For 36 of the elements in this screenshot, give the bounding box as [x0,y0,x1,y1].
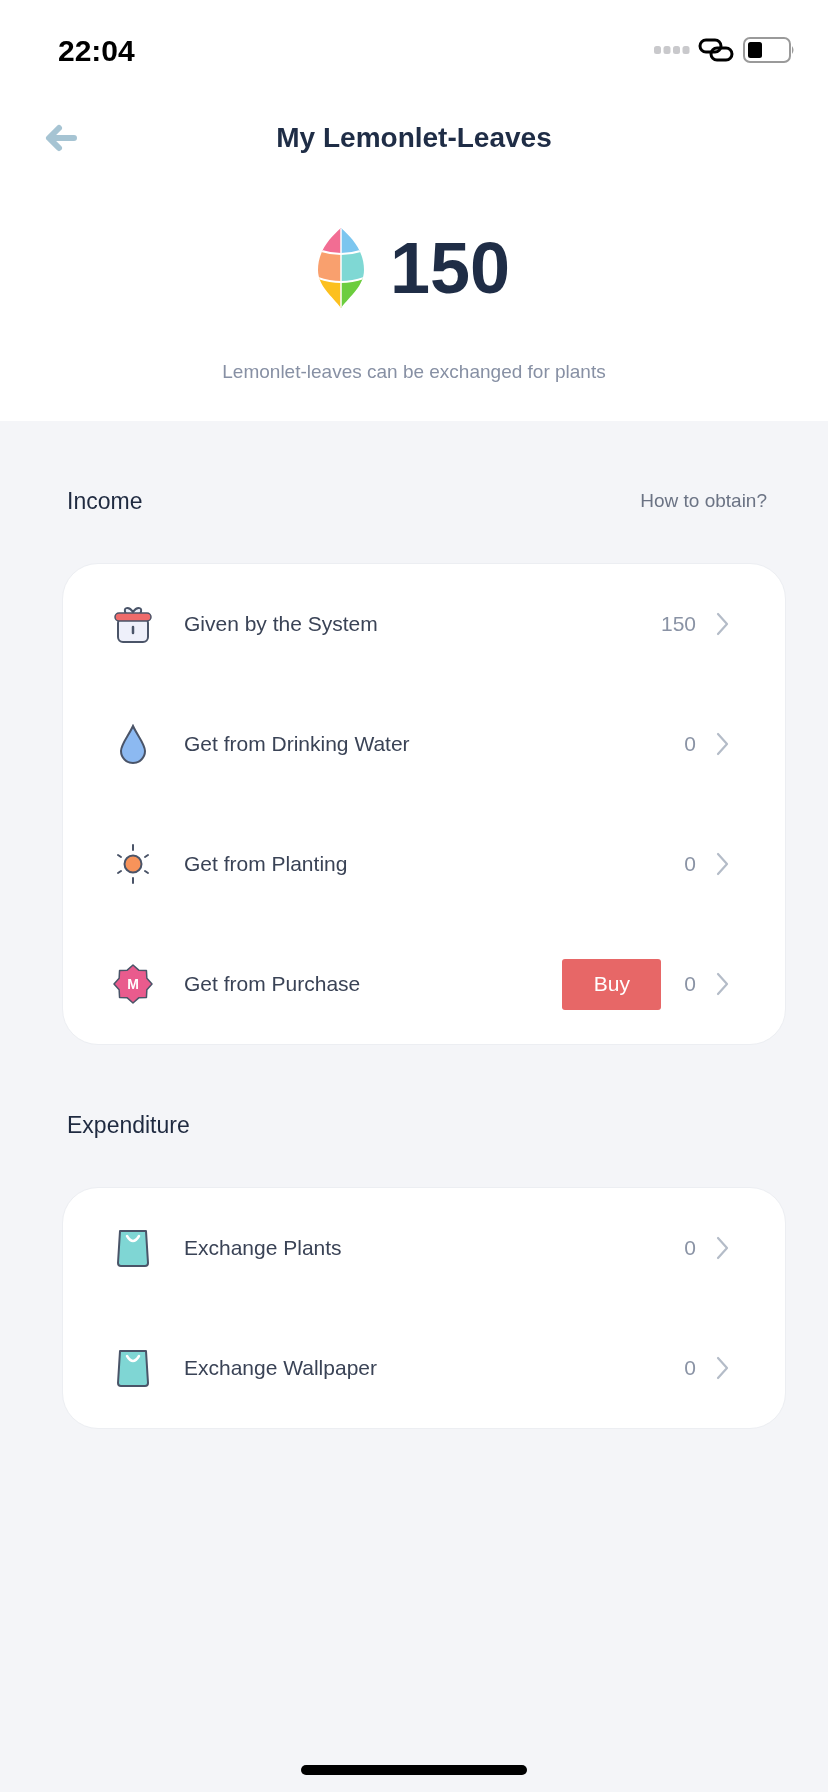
water-drop-icon [118,724,148,764]
row-label: Get from Purchase [184,971,361,998]
row-label: Get from Drinking Water [184,731,410,758]
status-time: 22:04 [58,32,135,69]
row-label: Exchange Plants [184,1235,342,1262]
row-value: 0 [684,851,696,878]
balance-note: Lemonlet-leaves can be exchanged for plants [222,359,606,384]
link-icon [698,37,734,63]
buy-button[interactable]: Buy [562,958,662,1010]
row-label: Get from Planting [184,851,348,878]
chevron-right-icon[interactable] [716,612,729,636]
row-value: 0 [684,1355,696,1382]
row-value: 0 [684,731,696,758]
row-label: Given by the System [184,611,378,638]
back-arrow-icon[interactable] [43,123,77,153]
section-title: Expenditure [67,1110,190,1140]
signal-dots-icon [654,46,690,54]
shopping-bag-icon [116,1348,150,1388]
leaf-balance: 150 [389,232,511,304]
shopping-bag-icon [116,1228,150,1268]
chevron-right-icon[interactable] [716,972,729,996]
chevron-right-icon[interactable] [716,852,729,876]
row-value: 150 [660,611,696,638]
star-badge-icon: M [113,964,153,1004]
row-value: 0 [684,971,696,998]
section-title: Income [67,486,143,516]
row-value: 0 [684,1235,696,1262]
how-to-obtain-link[interactable]: How to obtain? [640,486,767,516]
chevron-right-icon[interactable] [716,1356,729,1380]
gift-box-icon [113,604,153,644]
battery-icon [743,37,795,63]
page-title: My Lemonlet-Leaves [276,121,552,155]
chevron-right-icon[interactable] [716,1236,729,1260]
chevron-right-icon[interactable] [716,732,729,756]
row-label: Exchange Wallpaper [184,1355,377,1382]
leaf-logo-icon [317,228,364,308]
